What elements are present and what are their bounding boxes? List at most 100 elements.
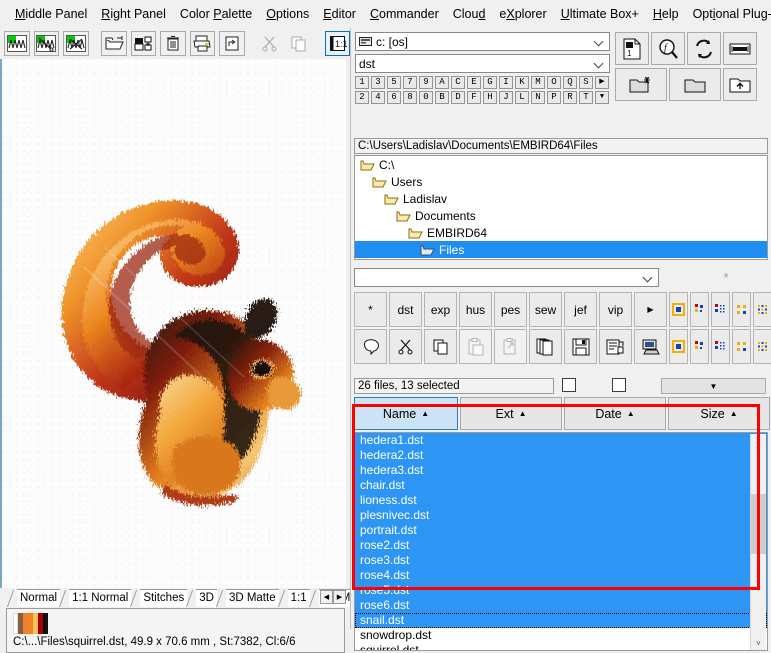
column-header-size[interactable]: Size ▲: [668, 397, 770, 430]
save-button[interactable]: [564, 329, 597, 364]
cut-button[interactable]: [389, 329, 422, 364]
letter-i[interactable]: I: [499, 76, 513, 89]
show-stitches-button[interactable]: [4, 31, 30, 56]
letter-9[interactable]: 9: [419, 76, 433, 89]
thumb-size-4-button[interactable]: [732, 292, 751, 327]
letter-a[interactable]: A: [435, 76, 449, 89]
menu-item-color-palette[interactable]: Color Palette: [173, 4, 259, 24]
letter-k[interactable]: K: [515, 76, 529, 89]
list-item[interactable]: rose4.dst: [355, 568, 767, 583]
insert-file-button[interactable]: [131, 31, 157, 56]
tree-item-files[interactable]: Files: [355, 241, 767, 258]
show-hidden-checkbox[interactable]: [562, 378, 576, 392]
refresh-button[interactable]: [687, 32, 721, 65]
letter-2[interactable]: 2: [355, 91, 369, 104]
scrollbar-thumb[interactable]: [751, 494, 766, 554]
tab-3d[interactable]: 3D: [196, 589, 217, 607]
letter-f[interactable]: F: [467, 91, 481, 104]
thumb-size-1-button[interactable]: [669, 292, 688, 327]
color-palette-strip[interactable]: [13, 613, 48, 634]
letter-b[interactable]: B: [435, 91, 449, 104]
thumb-size-3-button[interactable]: [711, 292, 730, 327]
column-header-name[interactable]: Name ▲: [354, 397, 458, 430]
menu-item-commander[interactable]: Commander: [363, 4, 446, 24]
tree-item-documents[interactable]: Documents: [355, 207, 767, 224]
ext-hus-button[interactable]: hus: [459, 292, 492, 327]
thumb-size-2-button[interactable]: [690, 292, 709, 327]
tree-item-embird64[interactable]: EMBIRD64: [355, 224, 767, 241]
tab-scroll-right-button[interactable]: ▶: [333, 590, 346, 604]
column-header-date[interactable]: Date ▲: [564, 397, 666, 430]
letter-5[interactable]: 5: [387, 76, 401, 89]
letter-4[interactable]: 4: [371, 91, 385, 104]
palette-color-6[interactable]: [43, 613, 48, 634]
menu-item-help[interactable]: Help: [646, 4, 686, 24]
tab-normal[interactable]: Normal: [17, 589, 60, 607]
letter-h[interactable]: H: [483, 91, 497, 104]
view-options-dropdown-button[interactable]: ▼: [661, 378, 766, 394]
hide-jumps-button[interactable]: [34, 31, 60, 56]
find-file-button[interactable]: f: [651, 32, 685, 65]
file-list-scrollbar[interactable]: ˄ ˅: [750, 434, 766, 651]
thumb-size-5-button[interactable]: [753, 292, 771, 327]
menu-item-explorer[interactable]: eXplorer: [492, 4, 553, 24]
letter-d[interactable]: D: [451, 91, 465, 104]
letter-more-right-button[interactable]: ▶: [595, 76, 609, 89]
tree-item-users[interactable]: Users: [355, 173, 767, 190]
letter-j[interactable]: J: [499, 91, 513, 104]
tree-item-ladislav[interactable]: Ladislav: [355, 190, 767, 207]
zoom-one-to-one-button[interactable]: 1:1: [325, 31, 351, 56]
file-info-button[interactable]: 1: [615, 32, 649, 65]
menu-item-editor[interactable]: Editor: [316, 4, 363, 24]
letter-l[interactable]: L: [515, 91, 529, 104]
cut-button[interactable]: [257, 31, 283, 56]
save-as-button[interactable]: [599, 329, 632, 364]
letter-p[interactable]: P: [547, 91, 561, 104]
send-to-machine-button[interactable]: [634, 329, 667, 364]
list-item[interactable]: chair.dst: [355, 478, 767, 493]
rename-button[interactable]: [723, 32, 757, 65]
file-mask-input[interactable]: [354, 268, 659, 287]
paste-shortcut-button[interactable]: [494, 329, 527, 364]
tab-1-1-normal[interactable]: 1:1 Normal: [69, 589, 131, 607]
copy-button[interactable]: [424, 329, 457, 364]
list-item[interactable]: hedera2.dst: [355, 448, 767, 463]
ext-sew-button[interactable]: sew: [529, 292, 562, 327]
letter-t[interactable]: T: [579, 91, 593, 104]
tab-scroll-left-button[interactable]: ◀: [320, 590, 333, 604]
extension-select[interactable]: dst: [355, 54, 610, 73]
print-button[interactable]: [190, 31, 216, 56]
list-item[interactable]: rose6.dst: [355, 598, 767, 613]
folder-tree[interactable]: C:\ Users Ladislav Documents: [354, 155, 768, 260]
copy-button[interactable]: [287, 31, 313, 56]
list-item[interactable]: rose5.dst: [355, 583, 767, 598]
drive-select[interactable]: c: [os]: [355, 32, 610, 51]
thumb-size-2-button-2[interactable]: [690, 329, 709, 364]
list-item[interactable]: hedera1.dst: [355, 433, 767, 448]
balloon-button[interactable]: [354, 329, 387, 364]
hide-trims-button[interactable]: [63, 31, 89, 56]
ext-all-button[interactable]: *: [354, 292, 387, 327]
open-file-button[interactable]: [101, 31, 127, 56]
scroll-up-button[interactable]: ˄: [751, 434, 766, 449]
thumb-size-1-button-2[interactable]: [669, 329, 688, 364]
letter-o[interactable]: O: [547, 76, 561, 89]
tree-item-c-drive[interactable]: C:\: [355, 156, 767, 173]
thumb-size-5-button-2[interactable]: [753, 329, 771, 364]
file-list[interactable]: hedera1.dst hedera2.dst hedera3.dst chai…: [354, 432, 768, 651]
scroll-down-button[interactable]: ˅: [751, 636, 766, 651]
column-header-ext[interactable]: Ext ▲: [460, 397, 562, 430]
menu-item-options[interactable]: Options: [259, 4, 316, 24]
letter-3[interactable]: 3: [371, 76, 385, 89]
letter-8[interactable]: 8: [403, 91, 417, 104]
tab-1-1[interactable]: 1:1: [288, 589, 310, 607]
letter-c[interactable]: C: [451, 76, 465, 89]
ext-exp-button[interactable]: exp: [424, 292, 457, 327]
letter-more-down-button[interactable]: ▼: [595, 91, 609, 104]
list-item[interactable]: snowdrop.dst: [355, 628, 767, 643]
open-folder-button[interactable]: [669, 68, 721, 101]
letter-s[interactable]: S: [579, 76, 593, 89]
list-item[interactable]: lioness.dst: [355, 493, 767, 508]
list-item[interactable]: rose3.dst: [355, 553, 767, 568]
letter-1[interactable]: 1: [355, 76, 369, 89]
